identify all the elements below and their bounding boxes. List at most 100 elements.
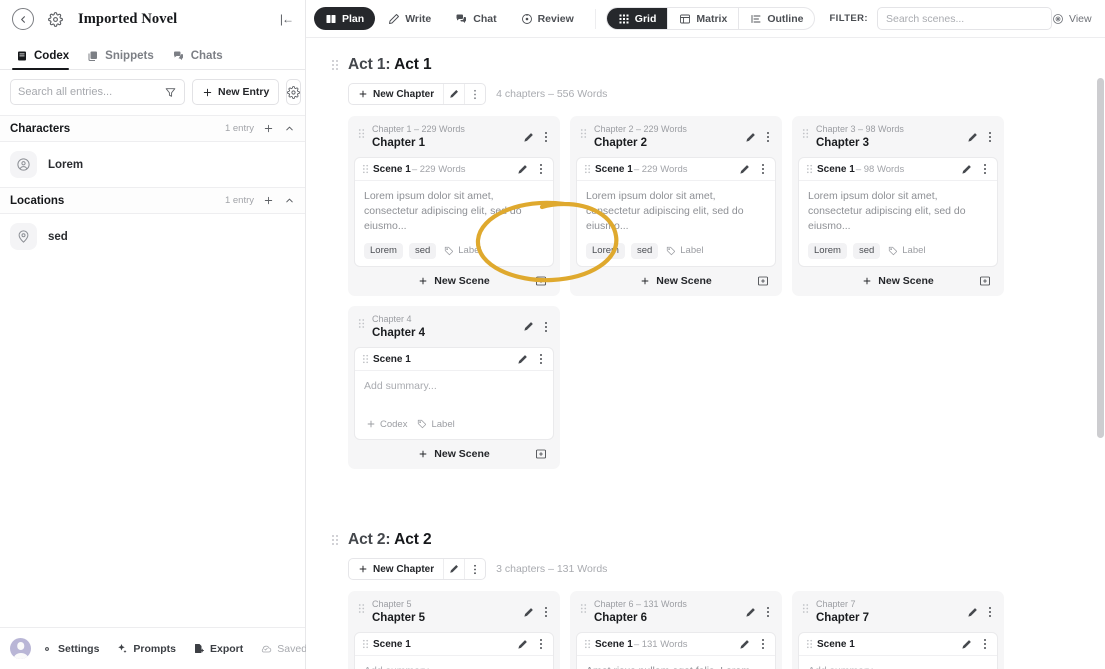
scene-card[interactable]: Scene 1 – 229 Words Lorem ipsum d [576, 157, 776, 267]
scene-edit-button[interactable] [739, 164, 750, 175]
chapter-edit-button[interactable] [523, 607, 534, 618]
codex-entry-lorem[interactable]: Lorem [0, 142, 305, 187]
drag-handle-icon[interactable] [362, 164, 369, 174]
new-chapter-button[interactable]: New Chapter [349, 83, 443, 105]
drag-handle-icon[interactable] [802, 124, 811, 139]
scene-more-button[interactable] [980, 638, 990, 650]
drag-handle-icon[interactable] [806, 164, 813, 174]
chapter-more-button[interactable] [541, 606, 551, 618]
drag-handle-icon[interactable] [330, 59, 339, 71]
scene-summary[interactable]: Lorem ipsum dolor sit amet, consectetur … [586, 189, 766, 234]
add-folder-button[interactable] [975, 272, 995, 290]
scene-summary-placeholder[interactable]: Add summary... [364, 664, 544, 669]
scene-card[interactable]: Scene 1 Add summary... [354, 347, 554, 440]
tab-snippets[interactable]: Snippets [81, 50, 166, 69]
export-button[interactable]: Export [193, 643, 252, 655]
search-input-wrapper[interactable] [10, 79, 185, 105]
chapter-more-button[interactable] [541, 321, 551, 333]
drag-handle-icon[interactable] [580, 599, 589, 614]
tab-chats[interactable]: Chats [166, 50, 235, 69]
scene-summary-placeholder[interactable]: Add summary... [364, 379, 544, 394]
scene-summary[interactable]: Lorem ipsum dolor sit amet, consectetur … [364, 189, 544, 234]
chapter-more-button[interactable] [985, 131, 995, 143]
act-more-button[interactable] [464, 83, 485, 105]
act-edit-button[interactable] [443, 83, 464, 105]
scene-more-button[interactable] [536, 163, 546, 175]
chapter-more-button[interactable] [763, 606, 773, 618]
drag-handle-icon[interactable] [358, 599, 367, 614]
avatar[interactable] [10, 638, 31, 659]
scene-chip[interactable]: Lorem [808, 243, 847, 259]
new-scene-button[interactable]: New Scene [418, 275, 489, 287]
chapter-more-button[interactable] [763, 131, 773, 143]
scene-chip[interactable]: sed [409, 243, 436, 259]
view-outline[interactable]: Outline [739, 7, 814, 30]
mode-plan[interactable]: Plan [314, 7, 375, 30]
new-chapter-button[interactable]: New Chapter [349, 558, 443, 580]
chapter-edit-button[interactable] [745, 607, 756, 618]
chapter-edit-button[interactable] [967, 132, 978, 143]
plus-icon[interactable] [263, 195, 274, 206]
codex-settings-button[interactable] [286, 79, 301, 105]
drag-handle-icon[interactable] [806, 639, 813, 649]
act-more-button[interactable] [464, 558, 485, 580]
mode-review[interactable]: Review [510, 7, 585, 30]
new-scene-button[interactable]: New Scene [640, 275, 711, 287]
drag-handle-icon[interactable] [584, 639, 591, 649]
scene-more-button[interactable] [758, 638, 768, 650]
drag-handle-icon[interactable] [358, 314, 367, 329]
scene-summary-placeholder[interactable]: Add summary... [808, 664, 988, 669]
scene-summary[interactable]: Amet risus nullam eget felis. Lorem done… [586, 664, 766, 669]
chapter-edit-button[interactable] [745, 132, 756, 143]
drag-handle-icon[interactable] [580, 124, 589, 139]
tab-codex[interactable]: Codex [10, 50, 81, 69]
scene-more-button[interactable] [758, 163, 768, 175]
drag-handle-icon[interactable] [362, 639, 369, 649]
vertical-scrollbar[interactable] [1097, 78, 1104, 669]
add-folder-button[interactable] [531, 445, 551, 463]
scene-more-button[interactable] [980, 163, 990, 175]
scene-summary[interactable]: Lorem ipsum dolor sit amet, consectetur … [808, 189, 988, 234]
settings-button[interactable]: Settings [41, 643, 108, 655]
mode-chat[interactable]: Chat [444, 7, 507, 30]
scene-more-button[interactable] [536, 638, 546, 650]
chapter-edit-button[interactable] [967, 607, 978, 618]
back-arrow-icon[interactable] [12, 8, 34, 30]
scene-card[interactable]: Scene 1 Add summary... [798, 632, 998, 669]
scene-edit-button[interactable] [517, 639, 528, 650]
chapter-edit-button[interactable] [523, 321, 534, 332]
drag-handle-icon[interactable] [330, 534, 339, 546]
scrollbar-thumb[interactable] [1097, 78, 1104, 438]
codex-section-characters[interactable]: Characters 1 entry [0, 115, 305, 142]
funnel-icon[interactable] [160, 86, 177, 99]
scene-edit-button[interactable] [517, 354, 528, 365]
scene-card[interactable]: Scene 1 – 131 Words Amet risus nu [576, 632, 776, 669]
scene-edit-button[interactable] [961, 164, 972, 175]
add-folder-button[interactable] [531, 272, 551, 290]
chapter-more-button[interactable] [541, 131, 551, 143]
scene-label-button[interactable]: Label [442, 243, 483, 259]
scene-card[interactable]: Scene 1 – 229 Words Lorem ipsum d [354, 157, 554, 267]
scene-edit-button[interactable] [739, 639, 750, 650]
scene-label-button[interactable]: Label [664, 243, 705, 259]
plus-icon[interactable] [263, 123, 274, 134]
view-matrix[interactable]: Matrix [668, 7, 739, 30]
search-input[interactable] [18, 86, 160, 98]
gear-icon[interactable] [44, 8, 66, 30]
chapter-more-button[interactable] [985, 606, 995, 618]
scene-card[interactable]: Scene 1 – 98 Words Lorem ipsum do [798, 157, 998, 267]
scene-chip[interactable]: Lorem [364, 243, 403, 259]
drag-handle-icon[interactable] [802, 599, 811, 614]
scene-chip[interactable]: sed [631, 243, 658, 259]
scene-label-button[interactable]: Label [886, 243, 927, 259]
drag-handle-icon[interactable] [362, 354, 369, 364]
drag-handle-icon[interactable] [358, 124, 367, 139]
codex-entry-sed[interactable]: sed [0, 214, 305, 259]
prompts-button[interactable]: Prompts [116, 643, 185, 655]
scene-search-input[interactable] [886, 13, 1043, 25]
drag-handle-icon[interactable] [584, 164, 591, 174]
scene-more-button[interactable] [536, 353, 546, 365]
scene-search-wrapper[interactable] [877, 7, 1052, 30]
scene-label-button[interactable]: Label [415, 416, 456, 432]
new-entry-button[interactable]: New Entry [192, 79, 279, 105]
